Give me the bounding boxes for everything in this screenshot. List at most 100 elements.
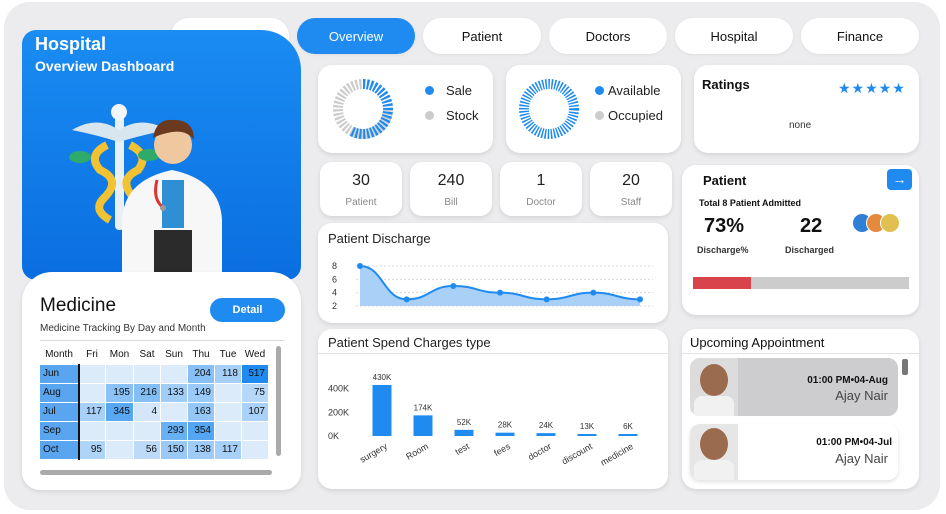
bar — [495, 432, 515, 436]
heatmap-cell: 117 — [214, 439, 242, 460]
y-tick-label: 200K — [328, 407, 349, 417]
heatmap-cell: 117 — [78, 401, 106, 422]
table-row[interactable]: Oct 95 56 150 138 117 — [39, 439, 269, 460]
data-point — [403, 296, 410, 303]
kpi-bill-label: Bill — [444, 197, 458, 208]
heatmap-col-header: Fri — [86, 349, 98, 361]
bar — [618, 434, 638, 436]
table-row[interactable]: Aug 195 216 133 149 75 — [39, 382, 269, 403]
heatmap-month-cell: Sep — [39, 420, 80, 441]
x-tick-label: test — [453, 441, 471, 457]
legend-stock: Stock — [425, 108, 479, 123]
horizontal-scrollbar[interactable] — [40, 470, 272, 475]
kpi-patient-label: Patient — [345, 197, 377, 208]
bar — [577, 434, 597, 436]
y-tick-label: 8 — [332, 261, 337, 271]
heatmap-cell — [105, 363, 134, 384]
table-row[interactable]: Sep 293 354 — [39, 420, 269, 441]
appointment-item[interactable]: 01:00 PM•04-Aug Ajay Nair — [690, 358, 898, 416]
divider — [40, 340, 285, 341]
kpi-bill-value: 240 — [437, 172, 465, 189]
heatmap-cell: 149 — [187, 382, 215, 403]
medicine-subtitle: Medicine Tracking By Day and Month — [40, 323, 206, 334]
medicine-title: Medicine — [40, 295, 117, 316]
heatmap-cell — [78, 363, 106, 384]
available-dot — [595, 86, 604, 95]
data-label: 28K — [498, 421, 513, 430]
appointments-scrollbar[interactable] — [902, 359, 908, 375]
kpi-staff-label: Staff — [620, 197, 642, 208]
appointment-time: 01:00 PM•04-Aug — [807, 375, 888, 386]
heatmap-cell — [214, 401, 242, 422]
ratings-title: Ratings — [702, 77, 750, 92]
ratings-value: none — [789, 120, 812, 131]
area-fill — [360, 266, 640, 306]
heatmap-cell — [78, 420, 106, 441]
bar — [536, 433, 556, 436]
bar — [413, 415, 433, 436]
sale-stock-card: Sale Stock — [318, 65, 493, 153]
heatmap-cell — [241, 420, 269, 441]
heatmap-cell: 75 — [241, 382, 269, 403]
heatmap-cell: 107 — [241, 401, 269, 422]
sale-stock-donut — [333, 79, 393, 139]
discharge-pct-label: Discharge% — [697, 245, 749, 255]
appointment-item[interactable]: 01:00 PM•04-Jul Ajay Nair — [690, 424, 898, 480]
spend-bar-chart: 400K 200K 0K 430K surgery 174K Room 52K test 28K f… — [328, 373, 638, 468]
heatmap-col-header: Sun — [165, 349, 183, 361]
patient-discharge-card: Patient Discharge 8642 — [318, 223, 668, 323]
tab-patient[interactable]: Patient — [423, 18, 541, 54]
data-label: 24K — [539, 421, 554, 430]
y-tick-label: 0K — [328, 431, 339, 441]
table-row[interactable]: Jun 204 118 517 — [39, 363, 269, 384]
legend-stock-label: Stock — [446, 108, 479, 123]
table-row[interactable]: Jul 117 345 4 163 107 — [39, 401, 269, 422]
data-label: 13K — [580, 422, 595, 431]
heatmap-cell — [214, 420, 242, 441]
stock-dot — [425, 111, 434, 120]
data-point — [497, 289, 503, 296]
kpi-patient-value: 30 — [352, 172, 370, 189]
heatmap-cell — [105, 420, 134, 441]
heatmap-month-cell: Jun — [39, 363, 80, 384]
sale-dot — [425, 86, 434, 95]
patient-card-title: Patient — [703, 173, 747, 188]
heatmap-cell — [78, 382, 106, 403]
tab-doctors[interactable]: Doctors — [549, 18, 667, 54]
patient-summary-card: Patient → Total 8 Patient Admitted 73% D… — [682, 165, 919, 315]
bar — [372, 385, 392, 436]
patient-total-text: Total 8 Patient Admitted — [699, 198, 802, 208]
doctor-avatar — [690, 358, 738, 416]
heatmap-col-header: Sat — [139, 349, 155, 361]
x-tick-label: doctor — [526, 441, 553, 462]
y-tick-label: 400K — [328, 384, 349, 394]
appointment-doctor-name: Ajay Nair — [835, 388, 888, 403]
legend-occupied-label: Occupied — [608, 108, 663, 123]
heatmap-cell — [133, 363, 161, 384]
kpi-patient: 30 Patient — [320, 162, 402, 216]
hero-banner: Hospital Overview Dashboard — [22, 30, 301, 280]
y-tick-label: 6 — [332, 274, 337, 284]
heatmap-col-header: Month — [45, 349, 73, 361]
heatmap-col-header: Tue — [219, 349, 237, 361]
rating-stars-icon: ★★★★★ — [838, 80, 906, 96]
tab-overview[interactable]: Overview — [297, 18, 415, 54]
discharged-count: 22 — [800, 215, 823, 237]
data-label: 52K — [457, 418, 472, 427]
medicine-heatmap: Month Fri Mon Sat Sun Thu Tue Wed Jun 204 118 517 A… — [39, 346, 269, 460]
arrow-right-icon[interactable]: → — [887, 169, 912, 190]
kpi-staff: 20 Staff — [590, 162, 672, 216]
discharged-label: Discharged — [785, 245, 835, 255]
tab-hospital[interactable]: Hospital — [675, 18, 793, 54]
heatmap-col-header: Wed — [244, 349, 266, 361]
detail-button[interactable]: Detail — [210, 298, 285, 322]
patient-avatars — [852, 213, 904, 235]
vertical-scrollbar[interactable] — [276, 346, 281, 456]
occupied-dot — [595, 111, 604, 120]
doctor-avatar — [690, 424, 738, 480]
kpi-bill: 240 Bill — [410, 162, 492, 216]
discharge-pct: 73% — [704, 215, 745, 237]
tab-finance[interactable]: Finance — [801, 18, 919, 54]
appointment-time: 01:00 PM•04-Jul — [816, 437, 892, 448]
data-point — [637, 296, 643, 303]
